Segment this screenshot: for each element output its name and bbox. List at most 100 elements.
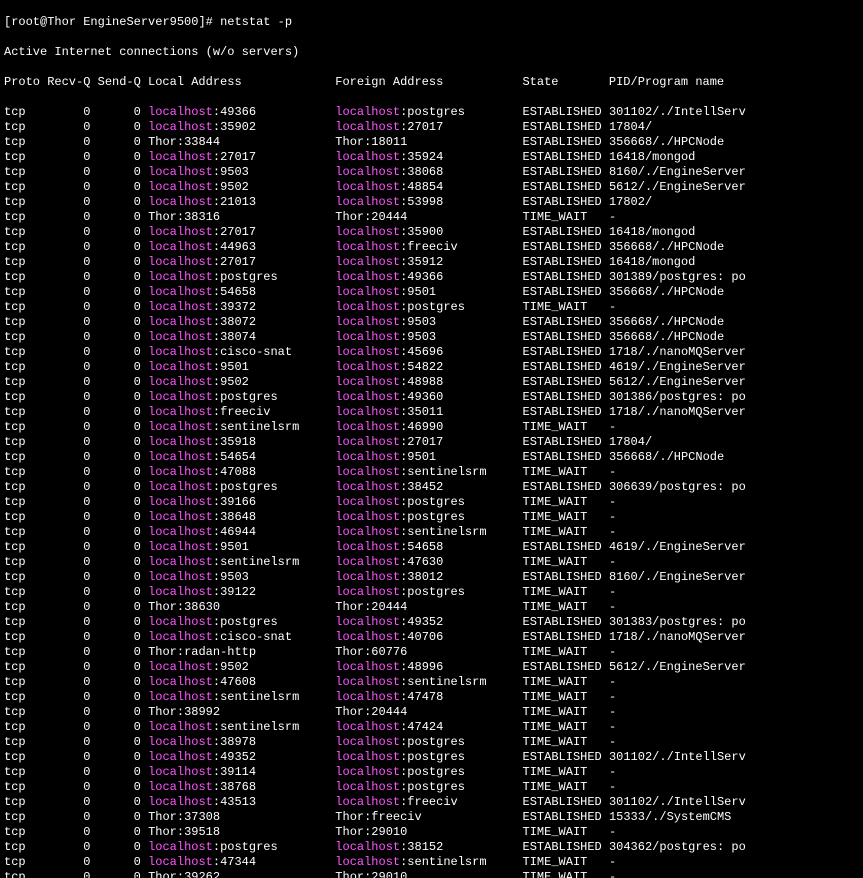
foreign-address-cell: Thor:18011 [335,135,522,149]
sendq-cell: 0 [98,420,148,434]
sendq-cell: 0 [98,810,148,824]
local-port: Thor:38316 [148,210,335,224]
command-text: netstat -p [220,15,292,29]
local-port: :38768 [213,780,335,794]
local-port: :sentinelsrm [213,720,335,734]
foreign-port: :40706 [400,630,522,644]
foreign-host: localhost [335,165,400,179]
foreign-address-cell: Thor:60776 [335,645,522,659]
local-host: localhost [148,570,213,584]
proto-cell: tcp [4,240,47,254]
foreign-address-cell: Thor:20444 [335,210,522,224]
foreign-port: :postgres [400,750,522,764]
foreign-host: localhost [335,390,400,404]
local-port: :postgres [213,270,335,284]
state-cell: TIME_WAIT [523,300,609,314]
recvq-cell: 0 [47,705,97,719]
proto-cell: tcp [4,585,47,599]
pid-cell: 306639/postgres: po [609,480,746,494]
proto-cell: tcp [4,555,47,569]
local-host: localhost [148,525,213,539]
local-host: localhost [148,345,213,359]
recvq-cell: 0 [47,345,97,359]
connection-row: tcp 0 0 Thor:39518 Thor:29010 TIME_WAIT … [4,825,859,840]
state-cell: ESTABLISHED [523,240,609,254]
foreign-port: Thor:29010 [335,825,522,839]
foreign-address-cell: localhost:freeciv [335,240,522,254]
foreign-host: localhost [335,180,400,194]
recvq-cell: 0 [47,225,97,239]
sendq-cell: 0 [98,270,148,284]
pid-cell: 356668/./HPCNode [609,135,724,149]
local-port: :27017 [213,225,335,239]
local-port: Thor:39518 [148,825,335,839]
local-host: localhost [148,225,213,239]
connection-row: tcp 0 0 localhost:38072 localhost:9503 E… [4,315,859,330]
foreign-host: localhost [335,105,400,119]
prompt-line: [root@Thor EngineServer9500]# netstat -p [4,15,859,30]
foreign-port: :9501 [400,450,522,464]
proto-cell: tcp [4,405,47,419]
connection-row: tcp 0 0 Thor:37308 Thor:freeciv ESTABLIS… [4,810,859,825]
connection-row: tcp 0 0 localhost:9501 localhost:54822 E… [4,360,859,375]
connection-row: tcp 0 0 Thor:38630 Thor:20444 TIME_WAIT … [4,600,859,615]
state-cell: TIME_WAIT [523,675,609,689]
foreign-host: localhost [335,795,400,809]
proto-cell: tcp [4,645,47,659]
state-cell: ESTABLISHED [523,180,609,194]
pid-cell: 301389/postgres: po [609,270,746,284]
recvq-cell: 0 [47,450,97,464]
local-address-cell: localhost:44963 [148,240,335,254]
local-address-cell: localhost:sentinelsrm [148,720,335,734]
connection-row: tcp 0 0 localhost:postgres localhost:493… [4,615,859,630]
foreign-address-cell: Thor:20444 [335,600,522,614]
connection-row: tcp 0 0 localhost:38074 localhost:9503 E… [4,330,859,345]
local-port: Thor:38992 [148,705,335,719]
recvq-cell: 0 [47,120,97,134]
sendq-cell: 0 [98,660,148,674]
local-address-cell: Thor:33844 [148,135,335,149]
foreign-host: localhost [335,240,400,254]
local-host: localhost [148,255,213,269]
pid-cell: - [609,720,616,734]
connection-row: tcp 0 0 localhost:35902 localhost:27017 … [4,120,859,135]
prompt-host: Thor [47,15,76,29]
pid-cell: 17802/ [609,195,652,209]
local-address-cell: localhost:39114 [148,765,335,779]
sendq-cell: 0 [98,645,148,659]
connection-row: tcp 0 0 localhost:39114 localhost:postgr… [4,765,859,780]
prompt-prefix: [root@ [4,15,47,29]
foreign-port: :48854 [400,180,522,194]
local-address-cell: localhost:39122 [148,585,335,599]
foreign-port: :9503 [400,315,522,329]
proto-cell: tcp [4,225,47,239]
foreign-host: localhost [335,450,400,464]
state-cell: ESTABLISHED [523,570,609,584]
local-host: localhost [148,555,213,569]
local-port: :sentinelsrm [213,420,335,434]
local-port: :9502 [213,660,335,674]
pid-cell: - [609,420,616,434]
local-port: :sentinelsrm [213,555,335,569]
sendq-cell: 0 [98,510,148,524]
foreign-address-cell: localhost:postgres [335,495,522,509]
foreign-host: localhost [335,630,400,644]
local-port: Thor:33844 [148,135,335,149]
recvq-cell: 0 [47,165,97,179]
sendq-cell: 0 [98,495,148,509]
sendq-cell: 0 [98,330,148,344]
recvq-cell: 0 [47,270,97,284]
state-cell: ESTABLISHED [523,120,609,134]
foreign-address-cell: localhost:49360 [335,390,522,404]
proto-cell: tcp [4,195,47,209]
connection-row: tcp 0 0 localhost:postgres localhost:384… [4,480,859,495]
state-cell: ESTABLISHED [523,255,609,269]
recvq-cell: 0 [47,825,97,839]
local-address-cell: localhost:38978 [148,735,335,749]
foreign-port: :35011 [400,405,522,419]
recvq-cell: 0 [47,480,97,494]
sendq-cell: 0 [98,855,148,869]
local-address-cell: localhost:9502 [148,660,335,674]
connection-row: tcp 0 0 localhost:sentinelsrm localhost:… [4,555,859,570]
pid-cell: - [609,780,616,794]
